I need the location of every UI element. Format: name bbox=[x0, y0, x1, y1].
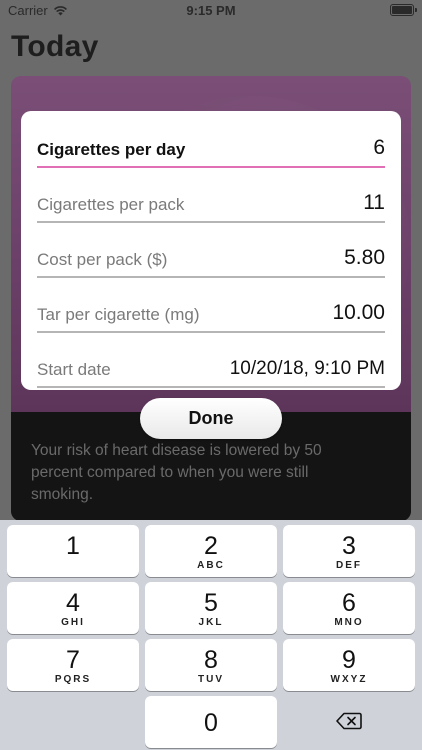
key-7[interactable]: 7 PQRS bbox=[7, 639, 139, 691]
field-cost-per-pack[interactable]: Cost per pack ($) 5.80 bbox=[37, 238, 385, 278]
key-letters: GHI bbox=[61, 617, 85, 628]
status-time: 9:15 PM bbox=[186, 3, 236, 18]
milestone-description: Your risk of heart disease is lowered by… bbox=[31, 442, 322, 503]
key-letters: TUV bbox=[198, 674, 224, 685]
field-label: Cigarettes per pack bbox=[37, 195, 185, 214]
key-4[interactable]: 4 GHI bbox=[7, 582, 139, 634]
field-label: Start date bbox=[37, 360, 111, 379]
key-8[interactable]: 8 TUV bbox=[145, 639, 277, 691]
key-0[interactable]: 0 bbox=[145, 696, 277, 748]
done-button[interactable]: Done bbox=[140, 398, 282, 439]
key-2[interactable]: 2 ABC bbox=[145, 525, 277, 577]
key-6[interactable]: 6 MNO bbox=[283, 582, 415, 634]
battery-icon bbox=[390, 4, 417, 16]
status-bar: Carrier 9:15 PM bbox=[0, 0, 422, 22]
field-start-date[interactable]: Start date 10/20/18, 9:10 PM bbox=[37, 348, 385, 388]
key-letters: JKL bbox=[198, 617, 224, 628]
field-value[interactable]: 6 bbox=[373, 136, 385, 160]
key-9[interactable]: 9 WXYZ bbox=[283, 639, 415, 691]
field-label: Cigarettes per day bbox=[37, 140, 186, 159]
key-digit: 4 bbox=[66, 589, 80, 617]
page-title: Today bbox=[11, 30, 99, 63]
field-tar-per-cigarette[interactable]: Tar per cigarette (mg) 10.00 bbox=[37, 293, 385, 333]
key-digit: 6 bbox=[342, 589, 356, 617]
key-5[interactable]: 5 JKL bbox=[145, 582, 277, 634]
key-digit: 2 bbox=[204, 532, 218, 560]
key-digit: 7 bbox=[66, 646, 80, 674]
key-digit: 5 bbox=[204, 589, 218, 617]
backspace-key[interactable] bbox=[283, 695, 415, 747]
field-value[interactable]: 5.80 bbox=[344, 246, 385, 270]
field-value[interactable]: 10.00 bbox=[332, 301, 385, 325]
key-letters: ABC bbox=[197, 560, 225, 571]
delete-backspace-icon bbox=[336, 712, 362, 730]
key-digit: 0 bbox=[204, 709, 218, 737]
key-letters: MNO bbox=[334, 617, 364, 628]
field-label: Cost per pack ($) bbox=[37, 250, 168, 269]
key-digit: 8 bbox=[204, 646, 218, 674]
key-1[interactable]: 1 bbox=[7, 525, 139, 577]
settings-modal: Cigarettes per day 6 Cigarettes per pack… bbox=[21, 111, 401, 390]
numeric-keypad: 1 2 ABC 3 DEF 4 GHI 5 JKL 6 MNO 7 PQRS 8… bbox=[0, 520, 422, 750]
field-cigarettes-per-pack[interactable]: Cigarettes per pack 11 bbox=[37, 183, 385, 223]
key-3[interactable]: 3 DEF bbox=[283, 525, 415, 577]
key-digit: 1 bbox=[66, 532, 80, 560]
field-cigarettes-per-day[interactable]: Cigarettes per day 6 bbox=[37, 128, 385, 168]
key-letters: DEF bbox=[336, 560, 362, 571]
field-value[interactable]: 10/20/18, 9:10 PM bbox=[230, 358, 385, 380]
key-digit: 3 bbox=[342, 532, 356, 560]
key-digit: 9 bbox=[342, 646, 356, 674]
field-label: Tar per cigarette (mg) bbox=[37, 305, 200, 324]
field-value[interactable]: 11 bbox=[363, 191, 385, 215]
key-letters: WXYZ bbox=[330, 674, 368, 685]
key-letters: PQRS bbox=[54, 674, 92, 685]
